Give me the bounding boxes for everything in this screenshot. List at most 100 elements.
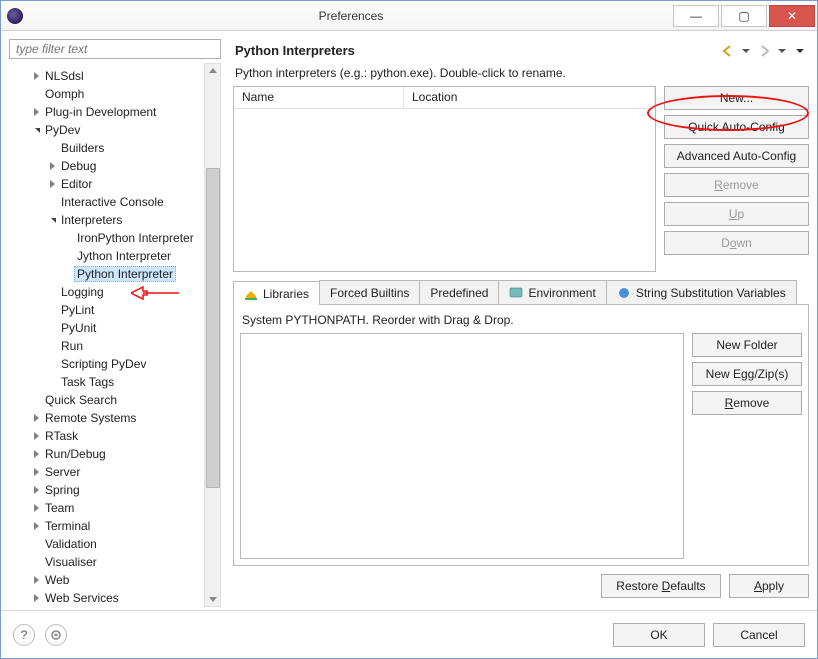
expand-icon[interactable] (47, 161, 57, 171)
interpreter-table[interactable]: Name Location (233, 86, 656, 272)
tree-node-label: NLSdsl (44, 69, 85, 83)
tab-forced-builtins[interactable]: Forced Builtins (319, 280, 420, 304)
collapse-icon[interactable] (47, 215, 57, 225)
preferences-tree[interactable]: NLSdsl OomphPlug-in Development PyDev Build… (9, 63, 204, 607)
tree-node[interactable]: Web (9, 571, 204, 589)
restore-defaults-button[interactable]: Restore Defaults (601, 574, 721, 598)
expand-icon[interactable] (31, 107, 41, 117)
new-egg-button[interactable]: New Egg/Zip(s) (692, 362, 802, 386)
left-pane: NLSdsl OomphPlug-in Development PyDev Build… (9, 39, 221, 602)
tree-node[interactable]: Terminal (9, 517, 204, 535)
tree-node-label: Scripting PyDev (60, 357, 147, 371)
minimize-button[interactable]: — (673, 5, 719, 27)
tree-node[interactable]: NLSdsl (9, 67, 204, 85)
maximize-button[interactable]: ▢ (721, 5, 767, 27)
apply-button[interactable]: Apply (729, 574, 809, 598)
remove-interpreter-button[interactable]: Remove (664, 173, 809, 197)
tabpage-libraries: System PYTHONPATH. Reorder with Drag & D… (233, 304, 809, 566)
new-folder-button[interactable]: New Folder (692, 333, 802, 357)
remove-path-button[interactable]: Remove (692, 391, 802, 415)
libraries-icon (244, 287, 258, 301)
description-text: Python interpreters (e.g.: python.exe). … (233, 64, 809, 86)
expand-icon[interactable] (31, 503, 41, 513)
tree-node[interactable]: Run (9, 337, 204, 355)
expand-icon[interactable] (31, 521, 41, 531)
tree-node[interactable]: Editor (9, 175, 204, 193)
tree-node[interactable]: Quick Search (9, 391, 204, 409)
new-button[interactable]: New... (664, 86, 809, 110)
tab-predefined[interactable]: Predefined (419, 280, 499, 304)
tree-node-label: Remote Systems (44, 411, 137, 425)
column-location[interactable]: Location (404, 87, 655, 108)
ok-button[interactable]: OK (613, 623, 705, 647)
tree-node[interactable]: Remote Systems (9, 409, 204, 427)
tree-node[interactable]: PyDev (9, 121, 204, 139)
expand-icon[interactable] (31, 485, 41, 495)
tree-node[interactable]: RTask (9, 427, 204, 445)
tree-node[interactable]: Debug (9, 157, 204, 175)
tree-scrollbar[interactable] (204, 63, 221, 607)
restore-apply-bar: Restore Defaults Apply (233, 566, 809, 602)
tab-environment[interactable]: Environment (498, 280, 606, 304)
filter-input[interactable] (9, 39, 221, 59)
tree-node[interactable]: PyLint (9, 301, 204, 319)
tree-node-label: Quick Search (44, 393, 118, 407)
down-button[interactable]: Down (664, 231, 809, 255)
tab-string-substitution[interactable]: String Substitution Variables (606, 280, 797, 304)
tree-node-label: PyDev (44, 123, 81, 137)
tree-node[interactable]: IronPython Interpreter (9, 229, 204, 247)
tree-node[interactable]: Jython Interpreter (9, 247, 204, 265)
tree-node-label: Terminal (44, 519, 91, 533)
cancel-button[interactable]: Cancel (713, 623, 805, 647)
expand-icon[interactable] (47, 179, 57, 189)
tree-node[interactable]: Oomph (9, 85, 204, 103)
expand-icon[interactable] (31, 413, 41, 423)
expand-icon[interactable] (31, 593, 41, 603)
tab-forced-label: Forced Builtins (330, 286, 409, 300)
tree-node[interactable]: Plug-in Development (9, 103, 204, 121)
tree-node[interactable]: Visualiser (9, 553, 204, 571)
dialog-body: NLSdsl OomphPlug-in Development PyDev Build… (1, 31, 817, 610)
advanced-auto-config-button[interactable]: Advanced Auto-Config (664, 144, 809, 168)
pythonpath-list[interactable] (240, 333, 684, 559)
tree-node[interactable]: Scripting PyDev (9, 355, 204, 373)
tree-node[interactable]: Interactive Console (9, 193, 204, 211)
tree-node-label: Editor (60, 177, 93, 191)
back-icon[interactable] (721, 44, 735, 58)
view-menu-icon[interactable] (793, 44, 807, 58)
footer-right: OK Cancel (613, 623, 805, 647)
expand-icon[interactable] (31, 431, 41, 441)
tree-node[interactable]: Server (9, 463, 204, 481)
expand-icon[interactable] (31, 71, 41, 81)
tree-node[interactable]: Run/Debug (9, 445, 204, 463)
tree-node-label: PyUnit (60, 321, 97, 335)
import-export-icon[interactable] (45, 624, 67, 646)
tab-libraries[interactable]: Libraries (233, 281, 320, 305)
tree-node[interactable]: Python Interpreter (9, 265, 204, 283)
tree-node[interactable]: PyUnit (9, 319, 204, 337)
close-button[interactable]: ✕ (769, 5, 815, 27)
up-button[interactable]: Up (664, 202, 809, 226)
column-name[interactable]: Name (234, 87, 404, 108)
tree-node[interactable]: Task Tags (9, 373, 204, 391)
collapse-icon[interactable] (31, 125, 41, 135)
forward-icon[interactable] (757, 44, 771, 58)
tree-node[interactable]: Builders (9, 139, 204, 157)
expand-icon[interactable] (31, 575, 41, 585)
back-menu-icon[interactable] (739, 44, 753, 58)
variable-icon (617, 286, 631, 300)
expand-icon[interactable] (31, 467, 41, 477)
scrollbar-thumb[interactable] (206, 168, 220, 488)
expand-icon[interactable] (31, 449, 41, 459)
tabs: Libraries Forced Builtins Predefined Env… (233, 280, 809, 304)
help-icon[interactable]: ? (13, 624, 35, 646)
forward-menu-icon[interactable] (775, 44, 789, 58)
tree-node[interactable]: Web Services (9, 589, 204, 607)
tree-node[interactable]: Spring (9, 481, 204, 499)
tree-node[interactable]: Validation (9, 535, 204, 553)
quick-auto-config-button[interactable]: Quick Auto-Config (664, 115, 809, 139)
tree-node[interactable]: Interpreters (9, 211, 204, 229)
tree-node[interactable]: Logging (9, 283, 204, 301)
tree-node[interactable]: Team (9, 499, 204, 517)
tree-node-label: Task Tags (60, 375, 115, 389)
